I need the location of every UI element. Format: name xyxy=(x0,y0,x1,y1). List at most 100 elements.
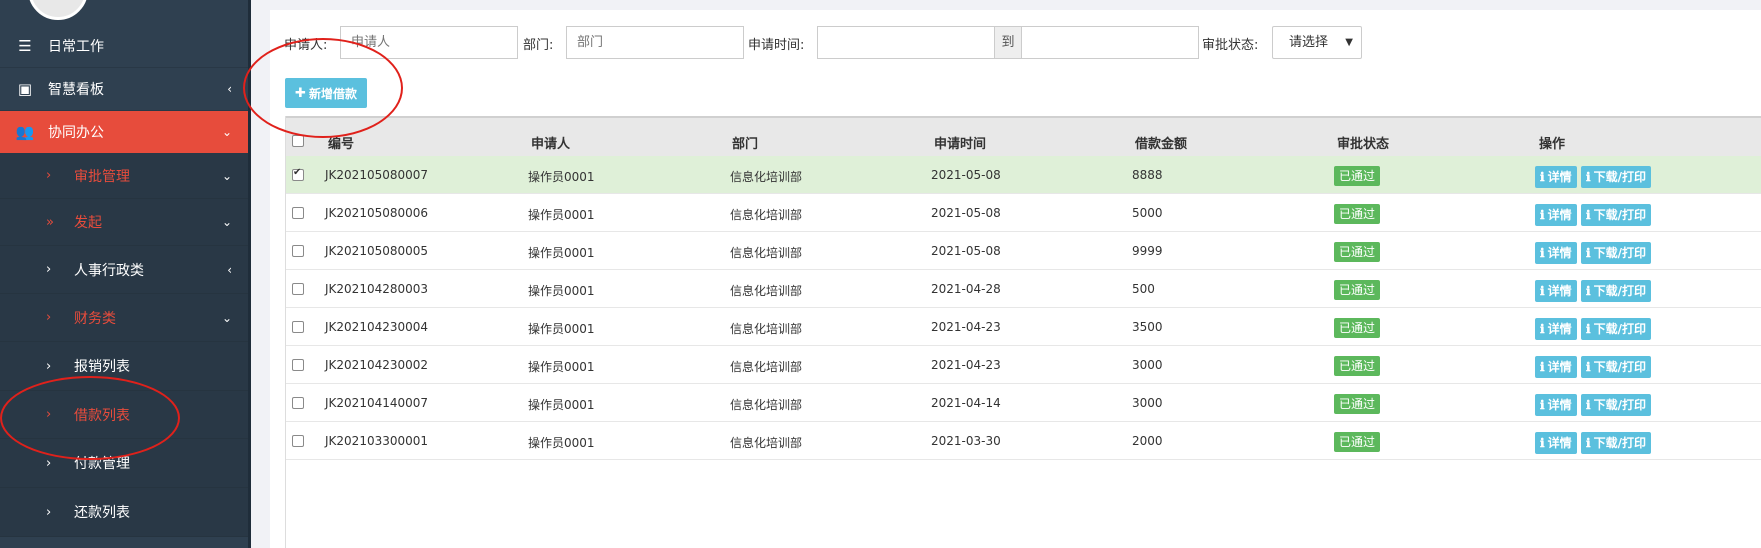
dept-input[interactable] xyxy=(566,26,744,59)
print-button[interactable]: ℹ 下载/打印 xyxy=(1581,318,1651,340)
print-label: 下载/打印 xyxy=(1593,246,1646,260)
cell-date: 2021-05-08 xyxy=(931,206,1001,220)
cell-dept: 信息化培训部 xyxy=(730,284,803,298)
sidebar: ☰ 日常工作 ▣ 智慧看板 ‹ 👥 协同办公 ⌄ › 审批管理 ⌄ » 发起 ⌄… xyxy=(0,0,248,548)
chevron-down-icon: ⌄ xyxy=(221,168,232,183)
print-button[interactable]: ℹ 下载/打印 xyxy=(1581,242,1651,264)
sidebar-item-finance[interactable]: › 财务类 ⌄ xyxy=(0,294,248,342)
print-label: 下载/打印 xyxy=(1593,208,1646,222)
time-label: 申请时间: xyxy=(748,38,805,53)
status-badge: 已通过 xyxy=(1334,432,1381,452)
status-select[interactable]: 请选择 ▼ xyxy=(1272,26,1362,59)
sidebar-item-daily-work[interactable]: ☰ 日常工作 xyxy=(0,25,248,68)
cell-applicant: 操作员0001 xyxy=(528,284,595,298)
detail-label: 详情 xyxy=(1547,170,1572,184)
sidebar-item-label: 报销列表 xyxy=(74,359,130,375)
sidebar-item-dashboard[interactable]: ▣ 智慧看板 ‹ xyxy=(0,68,248,111)
print-button[interactable]: ℹ 下载/打印 xyxy=(1581,432,1651,454)
row-checkbox[interactable] xyxy=(292,283,304,295)
cell-id: JK202104280003 xyxy=(325,282,429,296)
cell-amount: 500 xyxy=(1132,282,1155,296)
status-badge: 已通过 xyxy=(1334,356,1381,376)
row-checkbox[interactable] xyxy=(292,359,304,371)
detail-button[interactable]: ℹ 详情 xyxy=(1535,356,1577,378)
table-row[interactable]: JK202104230004 操作员0001 信息化培训部 2021-04-23 350… xyxy=(286,308,1761,346)
sidebar-item-approval[interactable]: › 审批管理 ⌄ xyxy=(0,153,248,199)
date-range-separator: 到 xyxy=(995,26,1021,59)
start-date-input[interactable] xyxy=(817,26,995,59)
status-select-value: 请选择 xyxy=(1289,35,1329,50)
table-row[interactable]: JK202105080005 操作员0001 信息化培训部 2021-05-08 999… xyxy=(286,232,1761,270)
chevron-down-icon: ⌄ xyxy=(221,310,232,325)
print-button[interactable]: ℹ 下载/打印 xyxy=(1581,394,1651,416)
sidebar-item-initiate[interactable]: » 发起 ⌄ xyxy=(0,199,248,246)
detail-button[interactable]: ℹ 详情 xyxy=(1535,318,1577,340)
cell-amount: 2000 xyxy=(1132,434,1163,448)
chevron-right-icon: › xyxy=(46,455,52,471)
row-checkbox[interactable] xyxy=(292,435,304,447)
print-label: 下载/打印 xyxy=(1593,436,1646,450)
info-icon: ℹ xyxy=(1586,208,1591,222)
print-label: 下载/打印 xyxy=(1593,284,1646,298)
chevron-right-icon: › xyxy=(46,310,52,325)
detail-button[interactable]: ℹ 详情 xyxy=(1535,394,1577,416)
sidebar-item-label: 智慧看板 xyxy=(48,82,104,98)
table-row[interactable]: JK202104140007 操作员0001 信息化培训部 2021-04-14 300… xyxy=(286,384,1761,422)
cell-applicant: 操作员0001 xyxy=(528,322,595,336)
row-checkbox[interactable] xyxy=(292,321,304,333)
detail-button[interactable]: ℹ 详情 xyxy=(1535,280,1577,302)
detail-label: 详情 xyxy=(1547,284,1572,298)
print-button[interactable]: ℹ 下载/打印 xyxy=(1581,166,1651,188)
sidebar-item-label: 协同办公 xyxy=(48,125,104,141)
chevron-left-icon: ‹ xyxy=(227,262,232,277)
select-all-checkbox[interactable] xyxy=(292,135,304,147)
cell-dept: 信息化培训部 xyxy=(730,322,803,336)
cell-dept: 信息化培训部 xyxy=(730,436,803,450)
cell-amount: 3000 xyxy=(1132,396,1163,410)
cell-amount: 3000 xyxy=(1132,358,1163,372)
print-button[interactable]: ℹ 下载/打印 xyxy=(1581,204,1651,226)
cell-date: 2021-04-14 xyxy=(931,396,1001,410)
detail-button[interactable]: ℹ 详情 xyxy=(1535,166,1577,188)
print-label: 下载/打印 xyxy=(1593,360,1646,374)
sidebar-item-repayment[interactable]: › 还款列表 xyxy=(0,488,248,537)
row-checkbox[interactable] xyxy=(292,245,304,257)
dept-label: 部门: xyxy=(523,38,554,53)
print-button[interactable]: ℹ 下载/打印 xyxy=(1581,280,1651,302)
sidebar-item-hr-admin[interactable]: › 人事行政类 ‹ xyxy=(0,246,248,294)
double-chevron-right-icon: » xyxy=(46,214,54,230)
table-header: 编号 申请人 部门 申请时间 借款金额 审批状态 操作 xyxy=(286,116,1761,156)
cell-amount: 9999 xyxy=(1132,244,1163,258)
chevron-right-icon: › xyxy=(46,262,52,277)
row-checkbox[interactable] xyxy=(292,207,304,219)
detail-button[interactable]: ℹ 详情 xyxy=(1535,432,1577,454)
info-icon: ℹ xyxy=(1540,398,1545,412)
info-icon: ℹ xyxy=(1586,284,1591,298)
detail-button[interactable]: ℹ 详情 xyxy=(1535,204,1577,226)
print-button[interactable]: ℹ 下载/打印 xyxy=(1581,356,1651,378)
cell-applicant: 操作员0001 xyxy=(528,436,595,450)
detail-button[interactable]: ℹ 详情 xyxy=(1535,242,1577,264)
status-label: 审批状态: xyxy=(1202,38,1259,53)
chevron-down-icon: ⌄ xyxy=(221,215,232,229)
cell-id: JK202105080005 xyxy=(325,244,429,258)
header-applicant: 申请人 xyxy=(531,137,571,152)
row-checkbox[interactable] xyxy=(292,397,304,409)
detail-label: 详情 xyxy=(1547,246,1572,260)
table-row[interactable]: JK202103300001 操作员0001 信息化培训部 2021-03-30 200… xyxy=(286,422,1761,460)
end-date-input[interactable] xyxy=(1021,26,1199,59)
cell-dept: 信息化培训部 xyxy=(730,246,803,260)
cell-date: 2021-04-28 xyxy=(931,282,1001,296)
cell-dept: 信息化培训部 xyxy=(730,398,803,412)
header-actions: 操作 xyxy=(1539,137,1566,152)
table-row[interactable]: JK202105080006 操作员0001 信息化培训部 2021-05-08 500… xyxy=(286,194,1761,232)
table-row[interactable]: JK202104230002 操作员0001 信息化培训部 2021-04-23 300… xyxy=(286,346,1761,384)
header-amount: 借款金额 xyxy=(1135,137,1188,152)
cell-id: JK202105080006 xyxy=(325,206,429,220)
sidebar-item-collaboration[interactable]: 👥 协同办公 ⌄ xyxy=(0,111,248,153)
cell-dept: 信息化培训部 xyxy=(730,170,803,184)
row-checkbox[interactable] xyxy=(292,167,304,181)
table-row[interactable]: JK202104280003 操作员0001 信息化培训部 2021-04-28 500… xyxy=(286,270,1761,308)
annotation-circle xyxy=(243,38,403,138)
table-row[interactable]: JK202105080007 操作员0001 信息化培训部 2021-05-08 888… xyxy=(286,156,1761,194)
